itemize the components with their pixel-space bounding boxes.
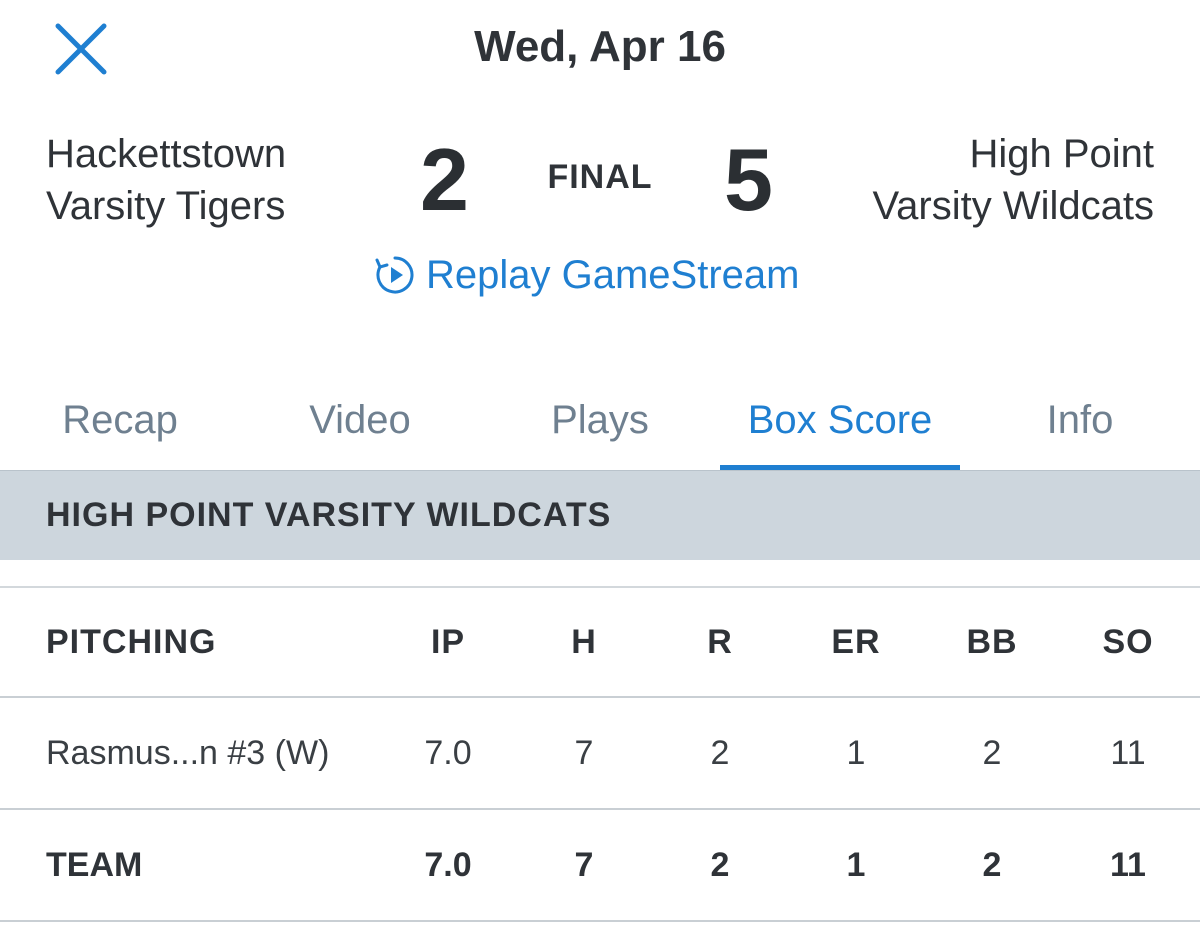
- total-so: 11: [1110, 845, 1146, 884]
- stat-h: 7: [574, 733, 594, 772]
- stat-er: 1: [846, 733, 866, 772]
- column-header-h: H: [571, 622, 597, 661]
- team-total-label: TEAM: [46, 845, 143, 884]
- stat-bb: 2: [982, 733, 1002, 772]
- total-bb: 2: [982, 845, 1002, 884]
- column-header-pitching: PITCHING: [46, 622, 217, 661]
- tab-box-score[interactable]: Box Score: [720, 370, 960, 470]
- replay-play-icon: [375, 256, 414, 294]
- table-row[interactable]: Rasmus...n #3 (W) 7.0 7 2 1 2 11: [0, 698, 1200, 810]
- away-team-name[interactable]: High Point Varsity Wildcats: [872, 128, 1154, 232]
- column-header-ip: IP: [430, 622, 466, 661]
- table-total-row: TEAM 7.0 7 2 1 2 11: [0, 810, 1200, 922]
- team-section-header: HIGH POINT VARSITY WILDCATS: [0, 470, 1200, 560]
- replay-gamestream-link[interactable]: Replay GameStream: [374, 250, 799, 300]
- column-header-so: SO: [1102, 622, 1154, 661]
- tab-video[interactable]: Video: [240, 370, 480, 470]
- away-team-line2: Varsity Wildcats: [872, 184, 1154, 228]
- game-date-title: Wed, Apr 16: [474, 22, 726, 71]
- tab-info[interactable]: Info: [960, 370, 1200, 470]
- total-ip: 7.0: [424, 845, 472, 884]
- table-header-row: PITCHING IP H R ER BB SO: [0, 588, 1200, 698]
- column-header-er: ER: [831, 622, 881, 661]
- stat-ip: 7.0: [424, 733, 472, 772]
- column-header-r: R: [707, 622, 733, 661]
- game-detail-screen: Wed, Apr 16 Hackettstown Varsity Tigers …: [0, 0, 1200, 938]
- close-icon[interactable]: [52, 20, 110, 78]
- total-er: 1: [846, 845, 866, 884]
- close-button[interactable]: [52, 20, 110, 78]
- stat-r: 2: [710, 733, 730, 772]
- stat-so: 11: [1110, 733, 1146, 772]
- pitcher-name[interactable]: Rasmus...n #3 (W): [0, 734, 380, 773]
- total-r: 2: [710, 845, 730, 884]
- replay-gamestream-label: Replay GameStream: [426, 252, 800, 297]
- game-tabs: Recap Video Plays Box Score Info: [0, 370, 1200, 470]
- total-h: 7: [574, 845, 594, 884]
- away-team-line1: High Point: [969, 132, 1154, 176]
- pitching-table: PITCHING IP H R ER BB SO Rasmus...n #3 (…: [0, 586, 1200, 922]
- away-score: 5: [724, 130, 773, 229]
- tab-recap[interactable]: Recap: [0, 370, 240, 470]
- tab-plays[interactable]: Plays: [480, 370, 720, 470]
- column-header-bb: BB: [966, 622, 1018, 661]
